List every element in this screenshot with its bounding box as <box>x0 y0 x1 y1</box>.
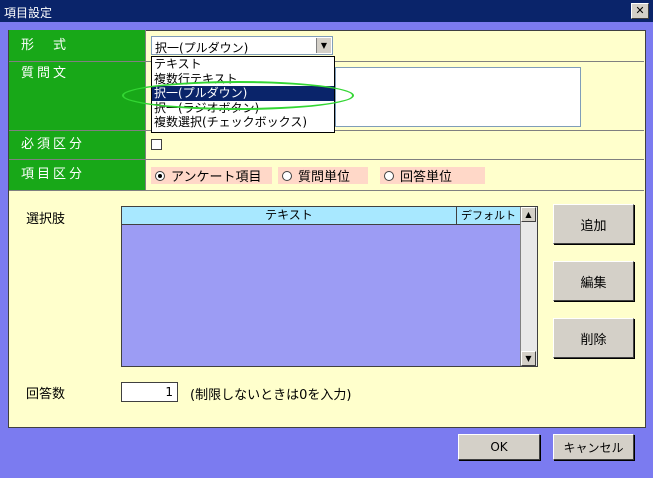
answers-count-input[interactable]: 1 <box>121 382 178 402</box>
column-header-default[interactable]: デフォルト <box>457 207 521 224</box>
column-divider <box>145 30 146 190</box>
cancel-button[interactable]: キャンセル <box>553 434 634 460</box>
radio-label: アンケート項目 <box>171 170 262 185</box>
ok-button[interactable]: OK <box>458 434 540 460</box>
radio-label: 回答単位 <box>400 170 453 185</box>
close-icon[interactable]: ✕ <box>631 3 649 19</box>
item-type-label: 項目区分 <box>9 160 145 190</box>
radio-answer-unit[interactable]: 回答単位 <box>380 167 485 185</box>
scroll-down-icon[interactable]: ▼ <box>521 351 536 366</box>
scroll-up-icon[interactable]: ▲ <box>521 207 536 222</box>
dropdown-option[interactable]: テキスト <box>152 57 334 72</box>
choices-label: 選択肢 <box>26 212 66 227</box>
choices-list[interactable]: テキスト デフォルト ▲ ▼ <box>121 206 538 367</box>
add-button[interactable]: 追加 <box>553 204 634 244</box>
radio-survey-item[interactable]: アンケート項目 <box>151 167 272 185</box>
chevron-down-icon[interactable]: ▼ <box>316 38 331 53</box>
column-header-text[interactable]: テキスト <box>122 207 457 224</box>
list-scrollbar[interactable]: ▲ ▼ <box>520 207 537 366</box>
radio-selected-icon <box>155 170 165 181</box>
row-divider <box>9 190 644 191</box>
row-divider <box>9 159 644 160</box>
window-title: 項目設定 <box>4 6 53 20</box>
required-label: 必須区分 <box>9 131 145 159</box>
answers-note: (制限しないときは0を入力) <box>190 388 352 403</box>
format-label: 形 式 <box>9 30 145 61</box>
radio-question-unit[interactable]: 質問単位 <box>278 167 368 185</box>
required-checkbox[interactable] <box>151 139 162 150</box>
edit-button[interactable]: 編集 <box>553 261 634 301</box>
format-select[interactable]: 択一(プルダウン) ▼ <box>151 36 333 55</box>
radio-label: 質問単位 <box>298 170 351 185</box>
delete-button[interactable]: 削除 <box>553 318 634 358</box>
radio-icon <box>384 170 394 181</box>
dropdown-option[interactable]: 複数選択(チェックボックス) <box>152 115 334 130</box>
question-textarea[interactable] <box>335 67 581 127</box>
answers-label: 回答数 <box>26 387 66 402</box>
format-select-value: 択一(プルダウン) <box>155 41 249 55</box>
radio-icon <box>282 170 292 181</box>
list-header: テキスト デフォルト <box>122 207 521 225</box>
highlight-ellipse <box>122 81 354 110</box>
title-bar: 項目設定 ✕ <box>0 0 653 22</box>
